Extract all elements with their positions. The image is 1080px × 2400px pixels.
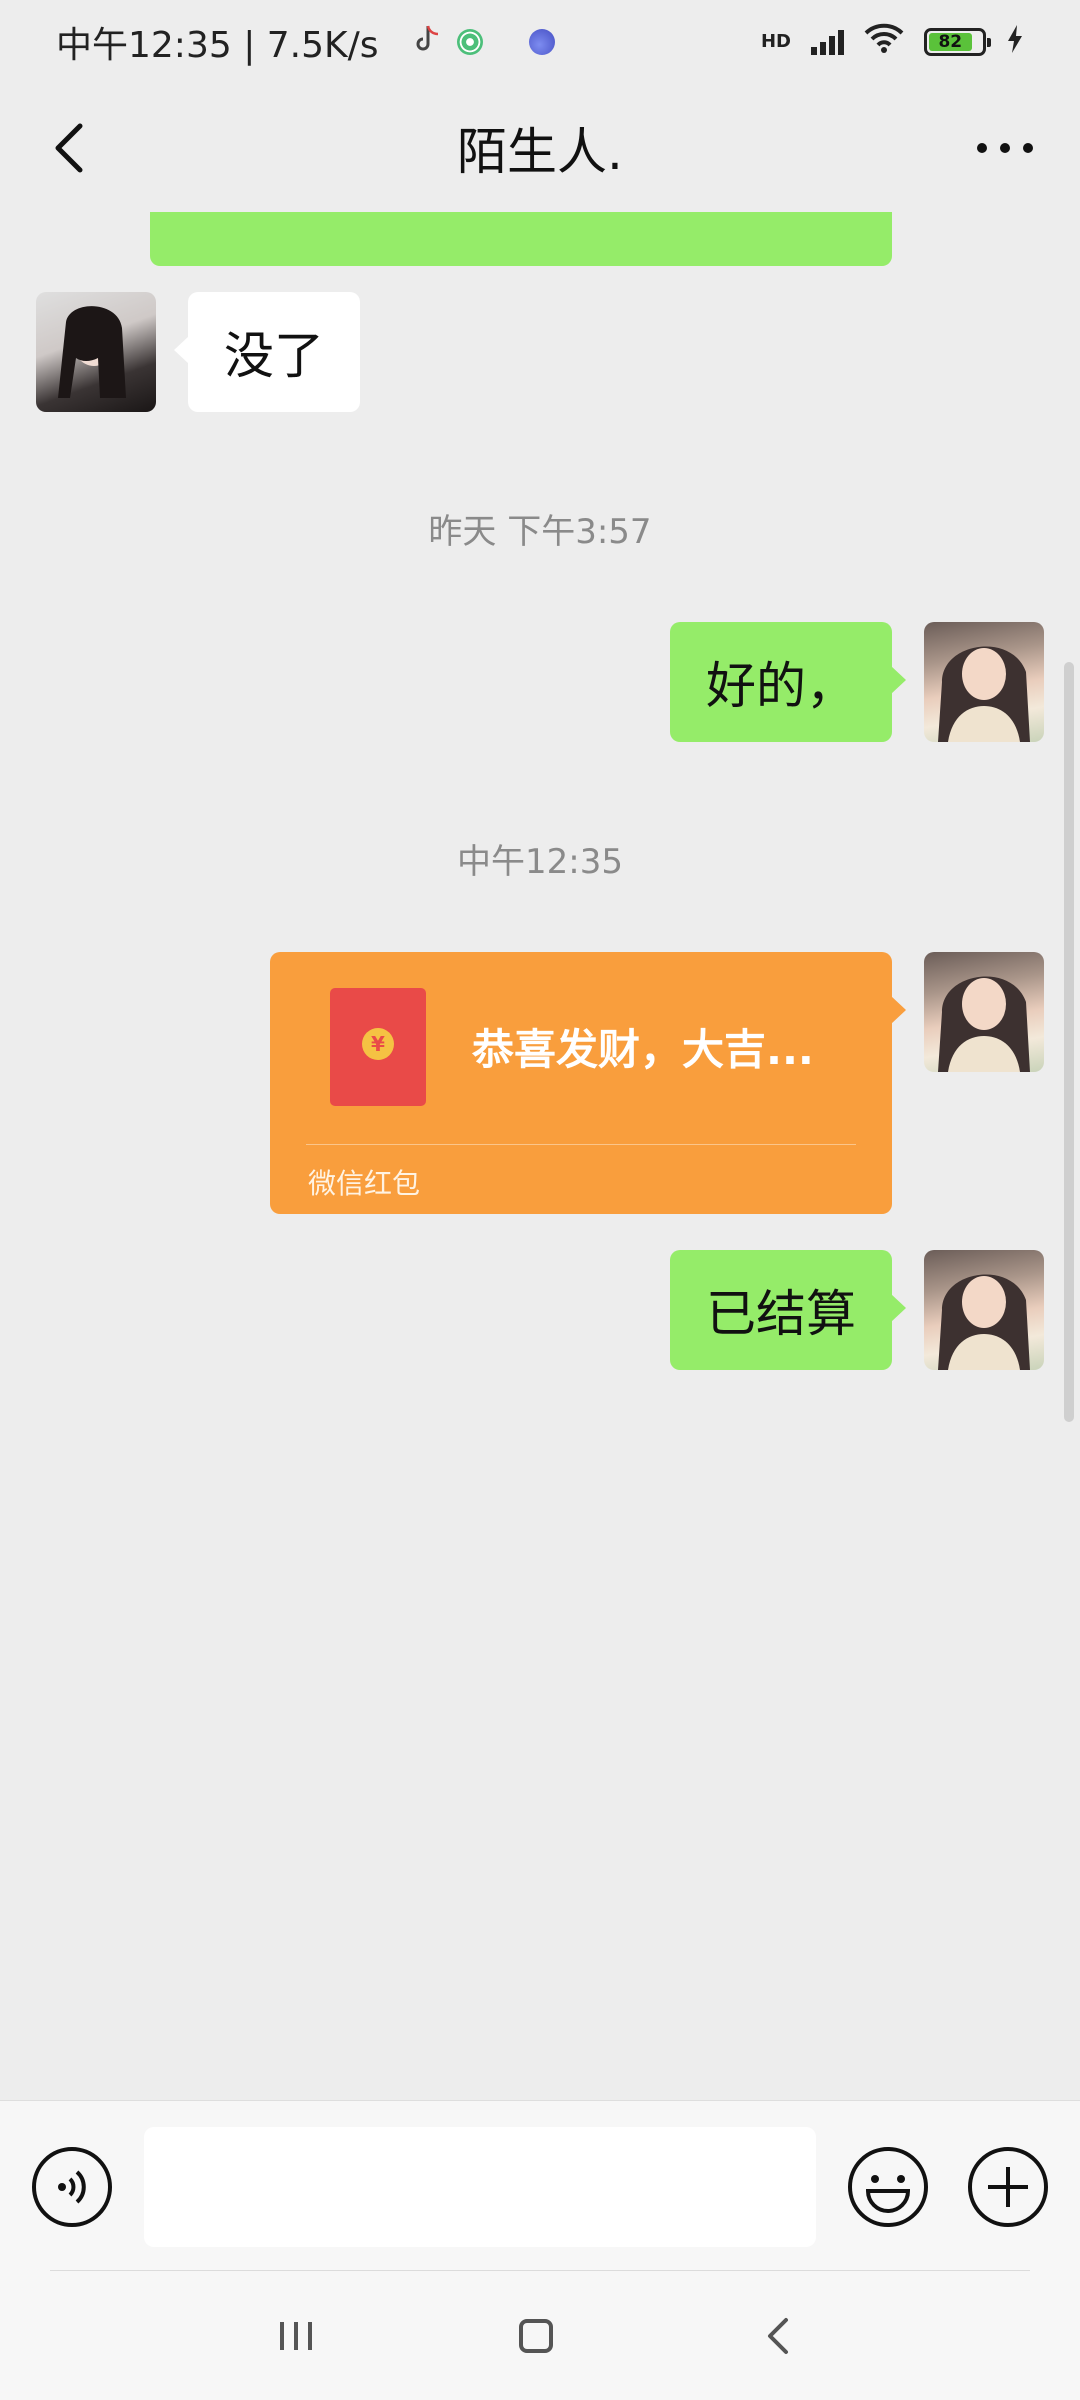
red-packet-label: 微信红包 xyxy=(308,1167,421,1200)
back-button[interactable] xyxy=(42,118,102,178)
emoji-button[interactable] xyxy=(846,2145,930,2229)
voice-icon xyxy=(32,2147,112,2227)
home-icon xyxy=(519,2319,553,2353)
tiktok-icon xyxy=(415,22,441,63)
hd-icon: HD xyxy=(760,31,791,52)
chat-header: 陌生人. xyxy=(0,84,1080,212)
system-back-button[interactable] xyxy=(750,2312,810,2360)
message-text: 已结算 xyxy=(706,1285,856,1343)
divider xyxy=(50,2270,1030,2271)
red-packet-title: 恭喜发财，大吉... xyxy=(472,1025,814,1074)
message-text: 好的， xyxy=(706,657,856,715)
red-packet-divider xyxy=(306,1144,856,1145)
friend-avatar[interactable] xyxy=(36,292,156,412)
message-bubble-sent[interactable]: 已结算 xyxy=(670,1250,906,1370)
status-time: 中午12:35 | 7.5K/s xyxy=(56,25,379,66)
message-input[interactable] xyxy=(144,2127,816,2247)
recents-icon xyxy=(280,2322,312,2350)
more-dots-icon xyxy=(977,143,1033,153)
self-avatar[interactable] xyxy=(924,622,1044,742)
battery-icon: 82 xyxy=(924,28,991,56)
self-avatar[interactable] xyxy=(924,1250,1044,1370)
message-bubble-sent[interactable]: 好的， xyxy=(670,622,906,742)
message-timestamp: 昨天 下午3:57 xyxy=(428,512,652,552)
battery-level: 82 xyxy=(929,32,972,52)
plus-icon xyxy=(968,2147,1048,2227)
plus-button[interactable] xyxy=(966,2145,1050,2229)
emoji-icon xyxy=(848,2147,928,2227)
message-text: 没了 xyxy=(224,327,324,385)
coin-icon: ¥ xyxy=(362,1028,394,1060)
charging-icon xyxy=(1006,22,1024,63)
chat-message-list[interactable]: 没了 昨天 下午3:57 好的， 中午12:35 ¥ 恭喜发财，大吉... 微信… xyxy=(0,212,1080,2100)
wifi-icon xyxy=(864,22,904,63)
chevron-left-icon xyxy=(55,123,83,173)
status-bar: 中午12:35 | 7.5K/s HD 82 xyxy=(0,0,1080,84)
red-packet-icon: ¥ xyxy=(330,988,426,1106)
scrollbar[interactable] xyxy=(1064,662,1074,1422)
voice-button[interactable] xyxy=(30,2145,114,2229)
back-arrow-icon xyxy=(768,2318,788,2354)
chat-title: 陌生人. xyxy=(457,123,623,181)
message-timestamp: 中午12:35 xyxy=(457,842,623,882)
home-button[interactable] xyxy=(506,2312,566,2360)
app-notification-icon xyxy=(456,29,483,55)
more-button[interactable] xyxy=(970,118,1040,178)
signal-icon xyxy=(811,29,844,55)
system-navigation-bar xyxy=(0,2272,1080,2400)
input-bar xyxy=(0,2100,1080,2272)
app-badge-icon xyxy=(528,29,555,55)
self-avatar[interactable] xyxy=(924,952,1044,1072)
recents-button[interactable] xyxy=(266,2312,326,2360)
red-packet-message[interactable]: ¥ 恭喜发财，大吉... 微信红包 xyxy=(270,952,906,1214)
message-bubble-received[interactable]: 没了 xyxy=(174,292,360,412)
message-bubble-partial[interactable] xyxy=(150,212,892,266)
